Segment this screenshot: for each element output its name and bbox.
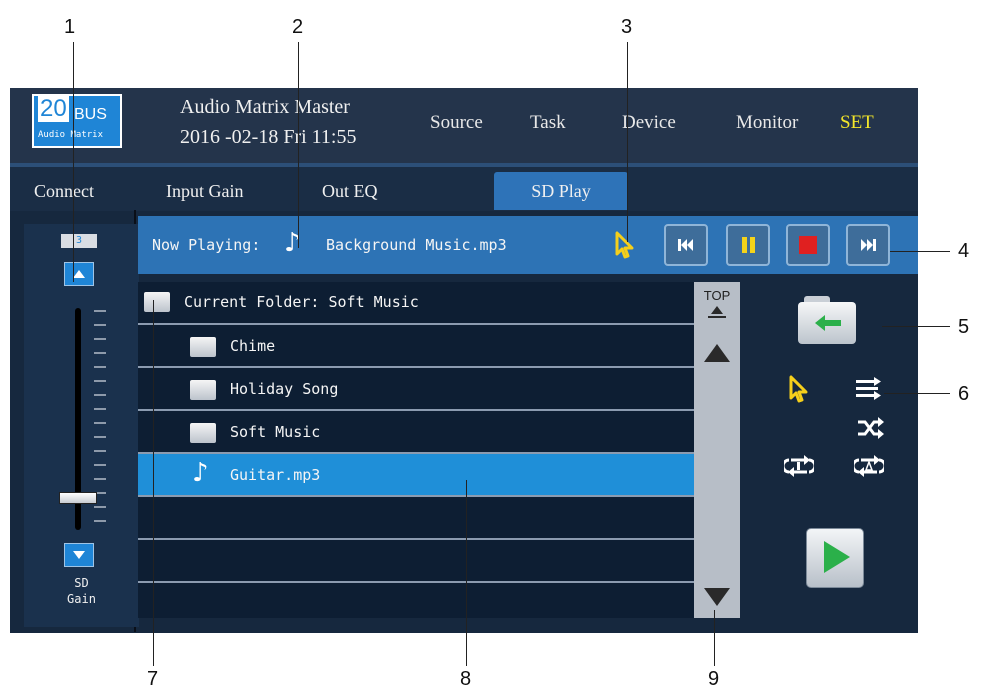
empty-row (138, 497, 694, 540)
nav-monitor[interactable]: Monitor (736, 112, 798, 134)
next-icon (861, 239, 876, 251)
callout-4: 4 (958, 240, 970, 262)
repeat-all-icon[interactable] (854, 452, 884, 480)
gain-up-button[interactable] (64, 262, 94, 286)
audio-matrix-screen: 20 BUS Audio Matrix Audio Matrix Master … (10, 88, 918, 633)
callout-2: 2 (292, 16, 304, 38)
gain-down-button[interactable] (64, 543, 94, 567)
callout-1: 1 (64, 16, 76, 38)
gain-fader-handle[interactable] (59, 492, 97, 504)
sd-gain-panel: 3 SD Gain (24, 224, 139, 627)
pointer-icon (615, 231, 634, 259)
gain-value-box: 3 (61, 234, 97, 248)
logo-bus: BUS (74, 106, 107, 123)
play-button[interactable] (806, 528, 864, 588)
callout-8: 8 (460, 668, 472, 690)
triangle-up-icon (73, 270, 85, 278)
leader-line-6 (884, 393, 950, 394)
leader-line-4 (890, 251, 950, 252)
app-title: Audio Matrix Master (180, 96, 350, 118)
list-item[interactable]: Chime (138, 325, 694, 368)
back-folder-button[interactable] (798, 296, 856, 344)
list-item[interactable]: Soft Music (138, 411, 694, 454)
previous-button[interactable] (664, 224, 708, 266)
title-bar: 20 BUS Audio Matrix Audio Matrix Master … (10, 88, 918, 163)
leader-line-9 (714, 610, 715, 666)
empty-row (138, 540, 694, 583)
now-playing-file: Background Music.mp3 (326, 236, 507, 254)
empty-row (138, 583, 694, 626)
folder-icon (190, 337, 216, 357)
triangle-down-icon (73, 551, 85, 559)
callout-7: 7 (147, 668, 159, 690)
callout-6: 6 (958, 383, 970, 405)
pause-icon (742, 237, 755, 253)
tab-sd-play[interactable]: SD Play (494, 172, 628, 210)
list-item-selected[interactable]: ♪ Guitar.mp3 (138, 454, 694, 497)
folder-icon (190, 423, 216, 443)
tab-connect[interactable]: Connect (34, 172, 94, 210)
tab-out-eq[interactable]: Out EQ (322, 172, 378, 210)
leader-line-1 (73, 42, 74, 282)
next-button[interactable] (846, 224, 890, 266)
gain-label-line1: SD (74, 576, 89, 590)
repeat-one-icon[interactable] (784, 452, 814, 480)
playback-options-panel (750, 282, 918, 622)
datetime: 2016 -02-18 Fri 11:55 (180, 126, 357, 148)
shuffle-icon[interactable] (856, 416, 884, 440)
leader-line-8 (466, 480, 467, 666)
leader-line-7 (153, 300, 154, 666)
pointer-icon (789, 375, 808, 403)
now-playing-label: Now Playing: (152, 236, 261, 254)
play-icon (824, 541, 850, 573)
stop-button[interactable] (786, 224, 830, 266)
nav-set[interactable]: SET (840, 112, 874, 134)
play-in-order-icon[interactable] (854, 376, 884, 402)
leader-line-5 (882, 326, 950, 327)
scroll-up-button[interactable] (702, 340, 732, 366)
list-item-label: Holiday Song (230, 380, 339, 398)
scroll-top-button[interactable] (704, 302, 730, 322)
leader-line-3 (627, 42, 628, 242)
back-arrow-icon (815, 315, 841, 331)
callout-5: 5 (958, 316, 970, 338)
list-item-label: Soft Music (230, 423, 321, 441)
pause-button[interactable] (726, 224, 770, 266)
list-item-label: Guitar.mp3 (230, 466, 321, 484)
nav-source[interactable]: Source (430, 112, 483, 134)
gain-label-line2: Gain (67, 592, 96, 606)
nav-task[interactable]: Task (530, 112, 566, 134)
scroll-down-button[interactable] (702, 584, 732, 610)
scroll-top-label: TOP (703, 288, 731, 303)
scrollbar[interactable]: TOP (694, 282, 740, 618)
tab-input-gain[interactable]: Input Gain (166, 172, 243, 210)
stop-icon (799, 236, 817, 254)
tab-bar (10, 167, 918, 211)
music-note-icon: ♪ (192, 458, 209, 488)
previous-icon (678, 239, 693, 251)
current-folder-label: Current Folder: Soft Music (184, 293, 419, 311)
logo-number: 20 (38, 95, 69, 122)
callout-9: 9 (708, 668, 720, 690)
folder-icon (144, 292, 170, 312)
app-logo: 20 BUS Audio Matrix (32, 94, 122, 148)
logo-subtitle: Audio Matrix (38, 130, 104, 140)
folder-icon (190, 380, 216, 400)
list-item[interactable]: Holiday Song (138, 368, 694, 411)
list-item-label: Chime (230, 337, 276, 355)
leader-line-2 (298, 42, 299, 248)
nav-device[interactable]: Device (622, 112, 676, 134)
current-folder-row: Current Folder: Soft Music (138, 282, 694, 325)
file-list: Current Folder: Soft Music Chime Holiday… (138, 282, 694, 618)
now-playing-bar: Now Playing: ♪ Background Music.mp3 (138, 216, 918, 274)
callout-3: 3 (621, 16, 633, 38)
